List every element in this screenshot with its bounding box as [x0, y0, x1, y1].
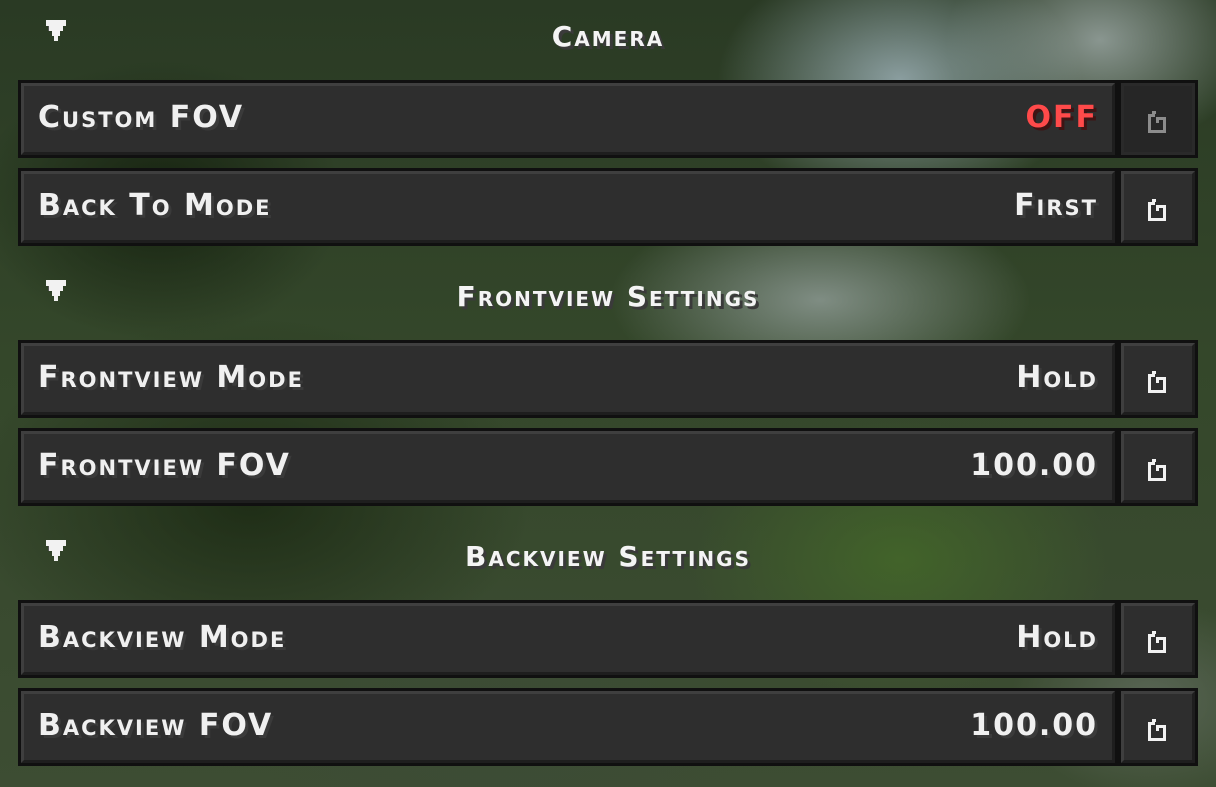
- option-row-backview-fov: Backview FOV 100.00: [18, 688, 1198, 766]
- reset-button[interactable]: [1118, 80, 1198, 158]
- button-face: [1121, 691, 1195, 763]
- button-face: Back To Mode First: [21, 171, 1115, 243]
- section-title: Frontview Settings: [456, 280, 760, 313]
- reset-icon: [1148, 199, 1166, 221]
- reset-button[interactable]: [1118, 428, 1198, 506]
- reset-icon: [1148, 631, 1166, 653]
- option-row-backview-mode: Backview Mode Hold: [18, 600, 1198, 678]
- option-value: Hold: [1016, 620, 1098, 655]
- reset-button[interactable]: [1118, 688, 1198, 766]
- reset-button[interactable]: [1118, 168, 1198, 246]
- option-label: Custom FOV: [38, 100, 245, 135]
- button-face: [1121, 431, 1195, 503]
- button-face: Custom FOV OFF: [21, 83, 1115, 155]
- option-value: OFF: [1025, 100, 1098, 135]
- option-row-frontview-mode: Frontview Mode Hold: [18, 340, 1198, 418]
- config-screen: Camera Custom FOV OFF Back To Mode First: [0, 0, 1216, 787]
- button-face: [1121, 83, 1195, 155]
- custom-fov-toggle-button[interactable]: Custom FOV OFF: [18, 80, 1118, 158]
- section-header-frontview-settings: Frontview Settings: [0, 278, 1216, 318]
- button-face: Backview FOV 100.00: [21, 691, 1115, 763]
- reset-button[interactable]: [1118, 600, 1198, 678]
- frontview-mode-button[interactable]: Frontview Mode Hold: [18, 340, 1118, 418]
- option-value: 100.00: [970, 448, 1098, 483]
- reset-icon: [1148, 459, 1166, 481]
- section-title: Backview Settings: [465, 540, 751, 573]
- backview-fov-slider[interactable]: Backview FOV 100.00: [18, 688, 1118, 766]
- button-face: Frontview Mode Hold: [21, 343, 1115, 415]
- option-label: Frontview FOV: [38, 448, 291, 483]
- option-row-custom-fov: Custom FOV OFF: [18, 80, 1198, 158]
- button-face: [1121, 171, 1195, 243]
- reset-icon: [1148, 371, 1166, 393]
- reset-button[interactable]: [1118, 340, 1198, 418]
- section-header-camera: Camera: [0, 18, 1216, 58]
- reset-icon: [1148, 111, 1166, 133]
- option-row-frontview-fov: Frontview FOV 100.00: [18, 428, 1198, 506]
- button-face: [1121, 603, 1195, 675]
- option-value: 100.00: [970, 708, 1098, 743]
- option-label: Backview FOV: [38, 708, 274, 743]
- option-row-back-to-mode: Back To Mode First: [18, 168, 1198, 246]
- option-value: Hold: [1016, 360, 1098, 395]
- backview-mode-button[interactable]: Backview Mode Hold: [18, 600, 1118, 678]
- button-face: Frontview FOV 100.00: [21, 431, 1115, 503]
- back-to-mode-button[interactable]: Back To Mode First: [18, 168, 1118, 246]
- button-face: Backview Mode Hold: [21, 603, 1115, 675]
- option-value: First: [1014, 188, 1098, 223]
- option-label: Back To Mode: [38, 188, 272, 223]
- option-label: Frontview Mode: [38, 360, 304, 395]
- reset-icon: [1148, 719, 1166, 741]
- button-face: [1121, 343, 1195, 415]
- section-title: Camera: [551, 20, 665, 53]
- section-header-backview-settings: Backview Settings: [0, 538, 1216, 578]
- frontview-fov-slider[interactable]: Frontview FOV 100.00: [18, 428, 1118, 506]
- option-label: Backview Mode: [38, 620, 287, 655]
